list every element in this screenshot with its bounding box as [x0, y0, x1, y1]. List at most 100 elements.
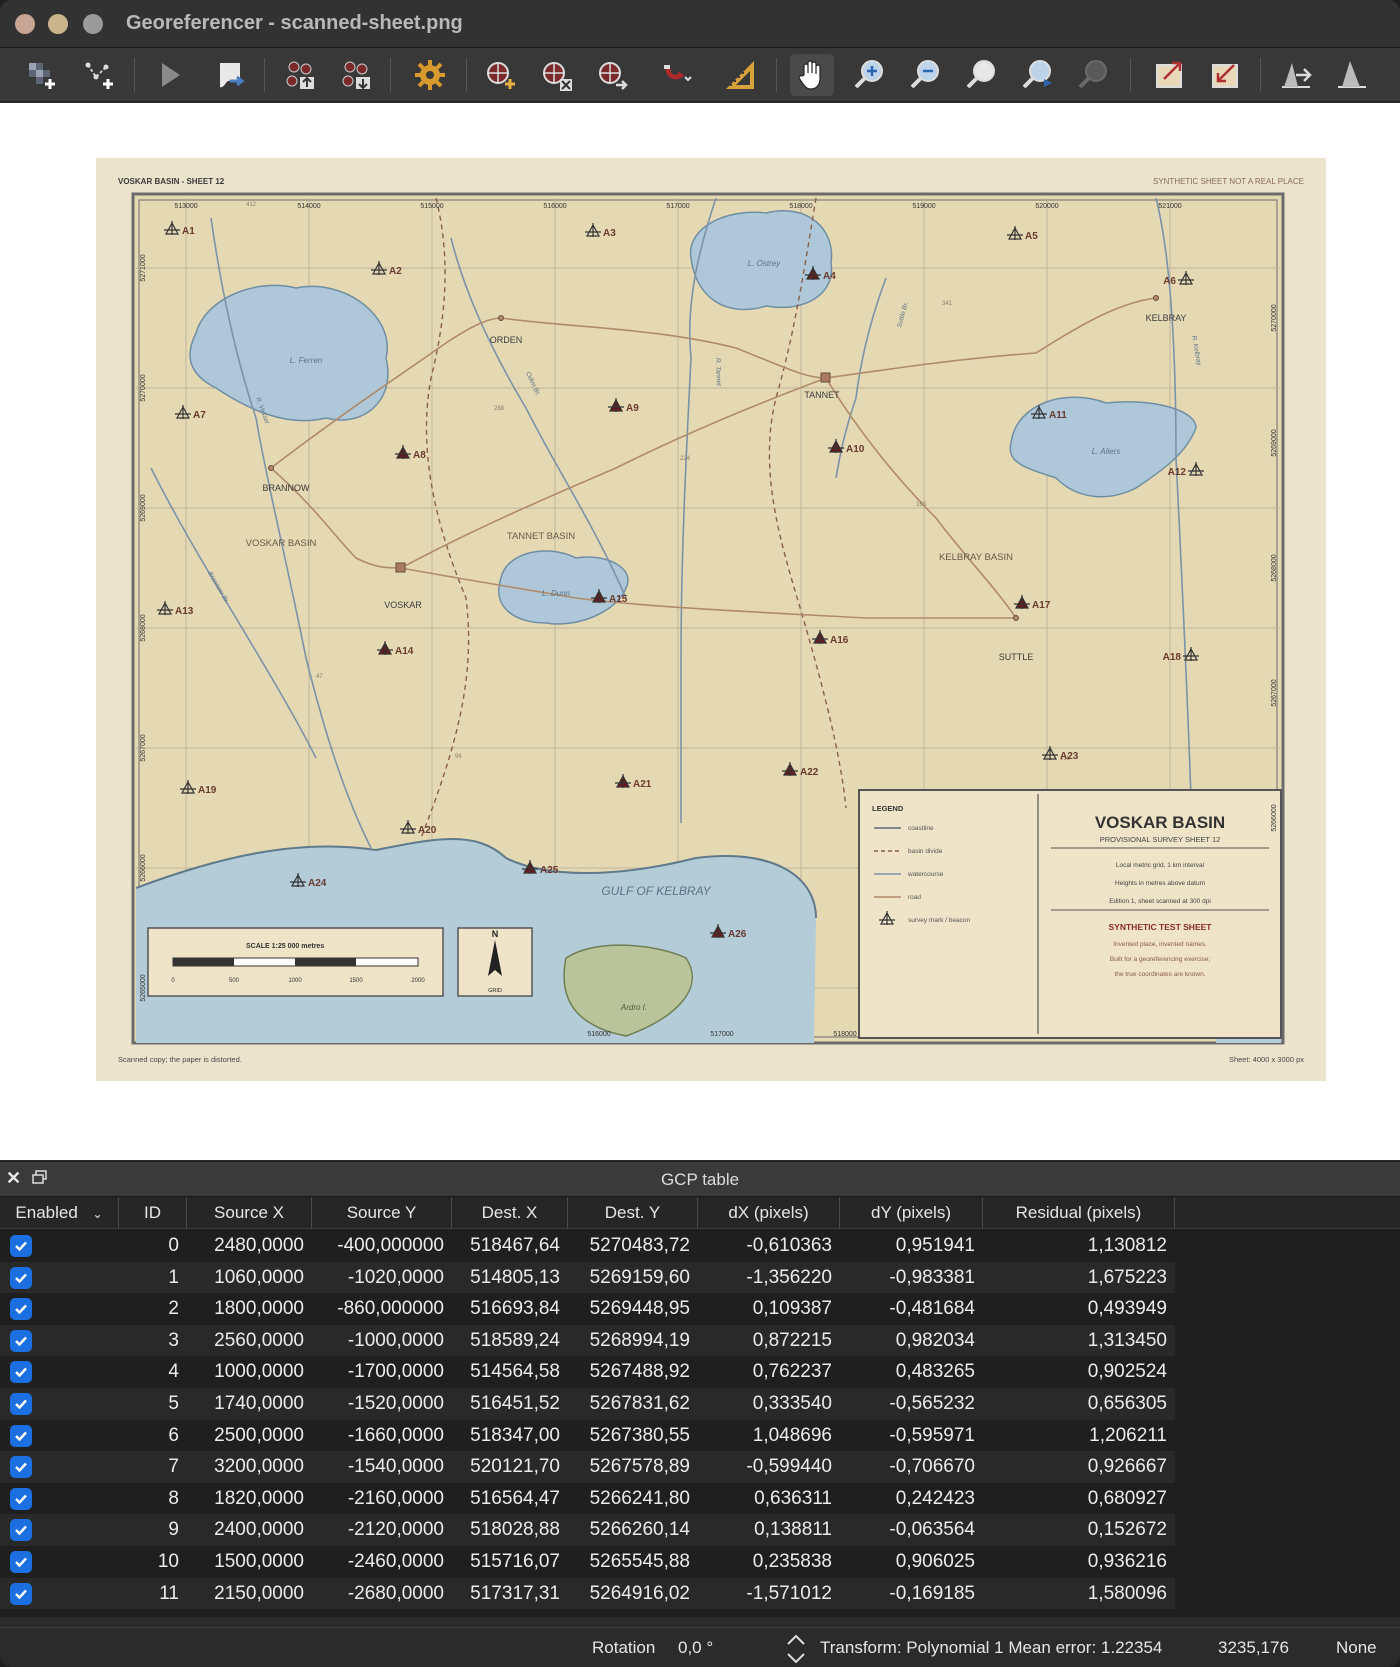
table-cell-id[interactable]: 9 — [119, 1514, 187, 1546]
map-canvas[interactable]: VOSKAR BASIN - SHEET 12 SYNTHETIC SHEET … — [0, 103, 1400, 1160]
table-cell-res[interactable]: 1,580096 — [983, 1578, 1175, 1610]
table-cell-sy[interactable]: -2460,0000 — [312, 1546, 452, 1578]
table-cell-res[interactable]: 1,206211 — [983, 1420, 1175, 1452]
table-cell-dx[interactable]: 514564,58 — [452, 1356, 568, 1388]
enabled-checkbox[interactable] — [10, 1582, 32, 1605]
table-cell-sy[interactable]: -860,000000 — [312, 1293, 452, 1325]
column-header[interactable]: ID — [119, 1197, 187, 1229]
table-cell-sy[interactable]: -2680,0000 — [312, 1578, 452, 1610]
table-cell-id[interactable]: 7 — [119, 1451, 187, 1483]
zoom-next-button[interactable] — [1072, 54, 1116, 96]
table-cell-sx[interactable]: 1000,0000 — [187, 1356, 312, 1388]
table-cell-ey[interactable]: 0,906025 — [840, 1546, 983, 1578]
enabled-checkbox[interactable] — [10, 1551, 32, 1573]
table-row[interactable]: 2 1800,0000 -860,000000 516693,84 5269448,95… — [0, 1293, 1175, 1325]
table-cell-dy[interactable]: 5269159,60 — [568, 1262, 698, 1294]
table-cell-res[interactable]: 0,493949 — [983, 1293, 1175, 1325]
table-cell-sy[interactable]: -400,000000 — [312, 1230, 452, 1262]
table-row[interactable]: 9 2400,0000 -2120,0000 518028,88 5266260,14 0… — [0, 1514, 1175, 1546]
table-cell-dy[interactable]: 5264916,02 — [568, 1578, 698, 1610]
table-row[interactable]: 0 2480,0000 -400,000000 518467,64 5270483,72… — [0, 1230, 1175, 1262]
table-cell-sx[interactable]: 2500,0000 — [187, 1420, 312, 1452]
table-cell-sx[interactable]: 2480,0000 — [187, 1230, 312, 1262]
rotation-stepper-icon[interactable] — [782, 1632, 810, 1666]
table-cell-id[interactable]: 5 — [119, 1388, 187, 1420]
table-cell-ex[interactable]: 1,048696 — [698, 1420, 840, 1452]
enabled-checkbox[interactable] — [10, 1424, 32, 1447]
table-cell-dy[interactable]: 5268994,19 — [568, 1325, 698, 1357]
add-point-button[interactable] — [478, 54, 522, 96]
table-cell-ex[interactable]: 0,872215 — [698, 1325, 840, 1357]
table-cell-dx[interactable]: 518589,24 — [452, 1325, 568, 1357]
column-header[interactable]: dX (pixels) — [698, 1197, 840, 1229]
table-cell-sy[interactable]: -1660,0000 — [312, 1420, 452, 1452]
table-cell-res[interactable]: 1,130812 — [983, 1230, 1175, 1262]
table-cell-res[interactable]: 0,680927 — [983, 1483, 1175, 1515]
table-cell-ex[interactable]: -0,610363 — [698, 1230, 840, 1262]
full-histogram-button[interactable] — [1274, 54, 1318, 96]
table-cell-ey[interactable]: -0,565232 — [840, 1388, 983, 1420]
table-cell-sy[interactable]: -1000,0000 — [312, 1325, 452, 1357]
table-row[interactable]: 7 3200,0000 -1540,0000 520121,70 5267578,89-… — [0, 1451, 1175, 1483]
table-cell-sy[interactable]: -2160,0000 — [312, 1483, 452, 1515]
table-cell-ey[interactable]: 0,242423 — [840, 1483, 983, 1515]
table-cell-sx[interactable]: 3200,0000 — [187, 1451, 312, 1483]
table-cell-res[interactable]: 0,152672 — [983, 1514, 1175, 1546]
enabled-checkbox[interactable] — [10, 1456, 32, 1479]
table-cell-dy[interactable]: 5267488,92 — [568, 1356, 698, 1388]
move-point-button[interactable] — [590, 54, 634, 96]
table-cell-dy[interactable]: 5265545,88 — [568, 1546, 698, 1578]
table-cell-ex[interactable]: -1,356220 — [698, 1262, 840, 1294]
table-cell-sx[interactable]: 1820,0000 — [187, 1483, 312, 1515]
table-cell-id[interactable]: 10 — [119, 1546, 187, 1578]
start-georef-button[interactable] — [78, 54, 122, 96]
table-cell-dx[interactable]: 516693,84 — [452, 1293, 568, 1325]
link-georef-button[interactable] — [1148, 54, 1192, 96]
table-cell-dx[interactable]: 518467,64 — [452, 1230, 568, 1262]
table-cell-sx[interactable]: 2400,0000 — [187, 1514, 312, 1546]
table-cell-res[interactable]: 1,313450 — [983, 1325, 1175, 1357]
enabled-checkbox[interactable] — [10, 1487, 32, 1510]
zoom-last-button[interactable] — [1016, 54, 1060, 96]
column-header[interactable]: dY (pixels) — [840, 1197, 983, 1229]
table-cell-ex[interactable]: -1,571012 — [698, 1578, 840, 1610]
table-row[interactable]: 10 1500,0000 -2460,0000 515716,07 5265545,88… — [0, 1546, 1175, 1578]
table-cell-res[interactable]: 0,656305 — [983, 1388, 1175, 1420]
table-row[interactable]: 5 1740,0000 -1520,0000 516451,52 5267831,62 0… — [0, 1388, 1175, 1420]
run-button[interactable] — [148, 54, 192, 96]
table-cell-res[interactable]: 0,926667 — [983, 1451, 1175, 1483]
column-header[interactable]: Dest. Y — [568, 1197, 698, 1229]
table-cell-res[interactable]: 0,902524 — [983, 1356, 1175, 1388]
minimize-window-button[interactable] — [48, 14, 68, 34]
table-cell-dy[interactable]: 5267380,55 — [568, 1420, 698, 1452]
table-cell-ey[interactable]: -0,706670 — [840, 1451, 983, 1483]
enabled-checkbox[interactable] — [10, 1329, 32, 1352]
column-header-enabled[interactable]: Enabled ⌄ — [0, 1197, 119, 1229]
link-qgis-button[interactable] — [1204, 54, 1248, 96]
enabled-checkbox[interactable] — [10, 1361, 32, 1384]
table-cell-ey[interactable]: -0,983381 — [840, 1262, 983, 1294]
enabled-checkbox[interactable] — [10, 1519, 32, 1542]
table-cell-dy[interactable]: 5266260,14 — [568, 1514, 698, 1546]
table-cell-sx[interactable]: 1800,0000 — [187, 1293, 312, 1325]
table-cell-ey[interactable]: 0,951941 — [840, 1230, 983, 1262]
transform-settings-button[interactable] — [718, 54, 762, 96]
table-cell-dy[interactable]: 5267578,89 — [568, 1451, 698, 1483]
table-row[interactable]: 8 1820,0000 -2160,0000 516564,47 5266241,80 0… — [0, 1483, 1175, 1515]
enabled-checkbox[interactable] — [10, 1393, 32, 1415]
table-cell-sx[interactable]: 1500,0000 — [187, 1546, 312, 1578]
table-cell-res[interactable]: 0,936216 — [983, 1546, 1175, 1578]
pan-button[interactable] — [790, 54, 834, 96]
crs-label[interactable]: None — [1336, 1638, 1377, 1658]
table-cell-dx[interactable]: 520121,70 — [452, 1451, 568, 1483]
table-cell-sy[interactable]: -1520,0000 — [312, 1388, 452, 1420]
table-cell-ey[interactable]: -0,595971 — [840, 1420, 983, 1452]
table-cell-dy[interactable]: 5269448,95 — [568, 1293, 698, 1325]
table-row[interactable]: 4 1000,0000 -1700,0000 514564,58 5267488,92 0… — [0, 1356, 1175, 1388]
table-cell-sx[interactable]: 1060,0000 — [187, 1262, 312, 1294]
table-cell-ex[interactable]: -0,599440 — [698, 1451, 840, 1483]
zoom-in-button[interactable] — [848, 54, 892, 96]
table-cell-sx[interactable]: 1740,0000 — [187, 1388, 312, 1420]
table-cell-id[interactable]: 1 — [119, 1262, 187, 1294]
generate-script-button[interactable] — [208, 54, 252, 96]
